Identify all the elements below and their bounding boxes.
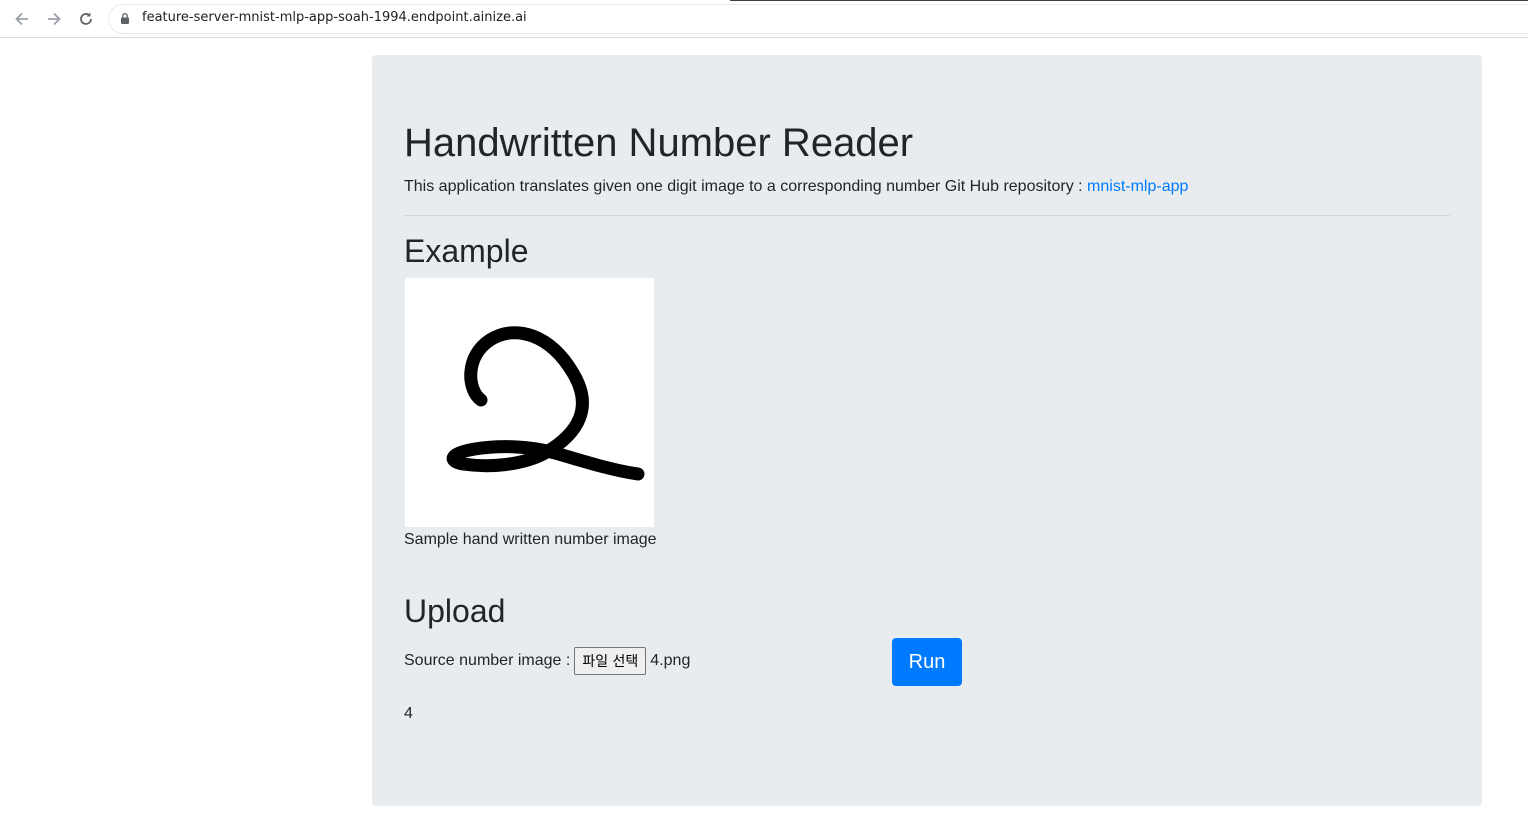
upload-row: Source number image : 파일 선택 4.png [404,646,690,676]
example-caption: Sample hand written number image [404,531,657,548]
address-bar[interactable]: feature-server-mnist-mlp-app-soah-1994.e… [108,4,1528,34]
arrow-left-icon [15,12,28,26]
file-choose-button[interactable]: 파일 선택 [574,647,647,675]
run-button[interactable]: Run [892,638,962,686]
divider [404,215,1450,216]
selected-file-name: 4.png [650,652,691,669]
arrow-right-icon [48,12,61,26]
browser-toolbar: feature-server-mnist-mlp-app-soah-1994.e… [0,0,1528,38]
lead-paragraph: This application translates given one di… [404,177,1188,197]
lead-text: This application translates given one di… [404,178,1088,195]
url-text[interactable]: feature-server-mnist-mlp-app-soah-1994.e… [142,10,527,25]
tab-strip-edge [730,0,1528,1]
source-label: Source number image : [404,652,571,669]
forward-button[interactable] [43,8,65,30]
reload-button[interactable] [75,8,97,30]
back-button[interactable] [11,8,33,30]
lock-icon [121,12,129,24]
upload-heading: Upload [404,593,506,629]
prediction-result: 4 [404,705,413,722]
example-digit-image [405,278,654,527]
reload-icon [80,12,92,25]
example-heading: Example [404,233,529,269]
page-title: Handwritten Number Reader [404,121,914,165]
repo-link[interactable]: mnist-mlp-app [1087,178,1188,195]
main-container: Handwritten Number Reader This applicati… [372,55,1482,806]
